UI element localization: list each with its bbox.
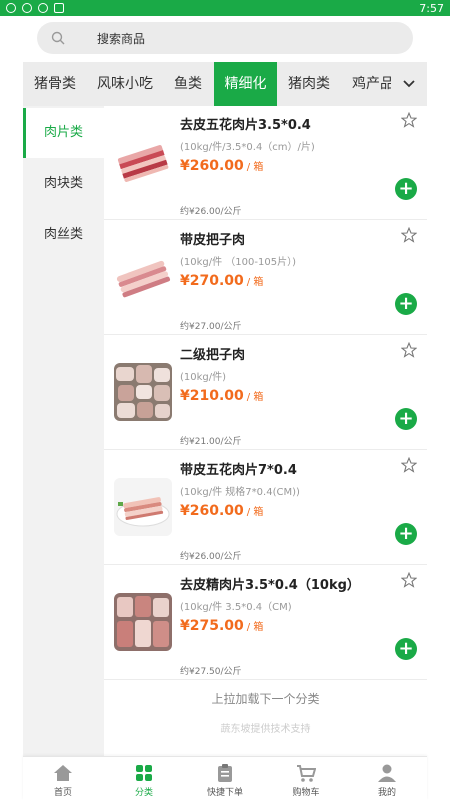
notification-icon bbox=[38, 3, 48, 13]
product-item[interactable]: 去皮五花肉片3.5*0.4 (10kg/件/3.5*0.4（cm）/片) ¥26… bbox=[104, 106, 427, 220]
bottom-navigation: 首页 分类 快捷下单 购物车 我的 bbox=[23, 756, 427, 800]
price-per-kg: 约¥26.00/公斤 bbox=[180, 552, 242, 562]
sub-category-sidebar: 肉片类 肉块类 肉丝类 bbox=[23, 106, 104, 756]
price-value: ¥260.00 bbox=[180, 158, 244, 174]
price-value: ¥260.00 bbox=[180, 503, 244, 519]
product-image[interactable] bbox=[114, 248, 172, 306]
nav-label: 快捷下单 bbox=[206, 788, 243, 798]
product-price: ¥260.00/ 箱 bbox=[180, 158, 263, 174]
sidebar-item-active[interactable]: 肉片类 bbox=[23, 108, 104, 158]
image-notification-icon bbox=[54, 3, 64, 13]
product-price: ¥275.00/ 箱 bbox=[180, 618, 263, 634]
product-name: 去皮精肉片3.5*0.4（10kg） bbox=[180, 578, 360, 593]
price-unit: / 箱 bbox=[246, 622, 264, 633]
add-to-cart-button[interactable]: + bbox=[395, 523, 417, 545]
add-to-cart-button[interactable]: + bbox=[395, 408, 417, 430]
price-unit: / 箱 bbox=[246, 162, 264, 173]
product-name: 去皮五花肉片3.5*0.4 bbox=[180, 118, 311, 133]
notification-icon bbox=[6, 3, 16, 13]
search-icon bbox=[51, 31, 65, 45]
tab-category[interactable]: 猪肉类 bbox=[277, 62, 341, 106]
product-name: 二级把子肉 bbox=[180, 348, 246, 363]
nav-quick-order[interactable]: 快捷下单 bbox=[185, 757, 265, 800]
nav-cart[interactable]: 购物车 bbox=[266, 757, 346, 800]
nav-label: 我的 bbox=[377, 788, 396, 798]
status-bar: 7:57 bbox=[0, 0, 450, 16]
star-icon[interactable] bbox=[401, 457, 417, 473]
tab-category[interactable]: 风味小吃 bbox=[87, 62, 163, 106]
nav-label: 首页 bbox=[53, 788, 72, 798]
category-icon bbox=[136, 765, 152, 781]
product-item[interactable]: 二级把子肉 (10kg/件) ¥210.00/ 箱 约¥21.00/公斤 + bbox=[104, 336, 427, 450]
price-unit: / 箱 bbox=[246, 277, 264, 288]
sidebar-item[interactable]: 肉块类 bbox=[23, 159, 104, 209]
price-unit: / 箱 bbox=[246, 392, 264, 403]
nav-mine[interactable]: 我的 bbox=[347, 757, 427, 800]
add-to-cart-button[interactable]: + bbox=[395, 638, 417, 660]
user-icon bbox=[378, 764, 396, 782]
product-image[interactable] bbox=[114, 593, 172, 651]
load-more-hint: 上拉加载下一个分类 bbox=[211, 692, 320, 706]
product-image[interactable] bbox=[114, 363, 172, 421]
top-category-tabs: 猪骨类 风味小吃 鱼类 精细化 猪肉类 鸡产品 bbox=[23, 62, 427, 106]
tab-category[interactable]: 鱼类 bbox=[163, 62, 213, 106]
product-spec: (10kg/件) bbox=[180, 372, 227, 383]
notification-icon bbox=[22, 3, 32, 13]
nav-label: 购物车 bbox=[292, 788, 320, 798]
nav-label: 分类 bbox=[134, 788, 153, 798]
price-value: ¥270.00 bbox=[180, 273, 244, 289]
product-item[interactable]: 去皮精肉片3.5*0.4（10kg） (10kg/件 3.5*0.4（CM) ¥… bbox=[104, 566, 427, 680]
clipboard-icon bbox=[218, 764, 232, 782]
product-item[interactable]: 带皮五花肉片7*0.4 (10kg/件 规格7*0.4(CM)) ¥260.00… bbox=[104, 451, 427, 565]
product-list: 去皮五花肉片3.5*0.4 (10kg/件/3.5*0.4（cm）/片) ¥26… bbox=[104, 106, 427, 756]
more-tabs-button[interactable] bbox=[391, 62, 427, 106]
tab-category[interactable]: 猪骨类 bbox=[23, 62, 87, 106]
tech-support-text: 蔬东坡提供技术支持 bbox=[220, 724, 311, 735]
product-item[interactable]: 带皮把子肉 (10kg/件 （100-105片）) ¥270.00/ 箱 约¥2… bbox=[104, 221, 427, 335]
product-name: 带皮五花肉片7*0.4 bbox=[180, 463, 297, 478]
product-spec: (10kg/件 3.5*0.4（CM) bbox=[180, 602, 292, 613]
product-spec: (10kg/件/3.5*0.4（cm）/片) bbox=[180, 142, 315, 153]
star-icon[interactable] bbox=[401, 112, 417, 128]
cart-icon bbox=[297, 765, 316, 782]
status-icons bbox=[6, 3, 64, 13]
tab-category-active[interactable]: 精细化 bbox=[214, 62, 277, 106]
product-price: ¥210.00/ 箱 bbox=[180, 388, 263, 404]
price-value: ¥210.00 bbox=[180, 388, 244, 404]
add-to-cart-button[interactable]: + bbox=[395, 293, 417, 315]
price-per-kg: 约¥27.50/公斤 bbox=[180, 667, 242, 677]
star-icon[interactable] bbox=[401, 572, 417, 588]
add-to-cart-button[interactable]: + bbox=[395, 178, 417, 200]
nav-category[interactable]: 分类 bbox=[104, 757, 184, 800]
product-name: 带皮把子肉 bbox=[180, 233, 246, 248]
price-per-kg: 约¥26.00/公斤 bbox=[180, 207, 242, 217]
chevron-down-icon bbox=[403, 80, 415, 88]
product-spec: (10kg/件 规格7*0.4(CM)) bbox=[180, 487, 300, 498]
product-spec: (10kg/件 （100-105片）) bbox=[180, 257, 296, 268]
star-icon[interactable] bbox=[401, 342, 417, 358]
product-price: ¥270.00/ 箱 bbox=[180, 273, 263, 289]
product-image[interactable] bbox=[114, 478, 172, 536]
status-time: 7:57 bbox=[419, 1, 444, 15]
star-icon[interactable] bbox=[401, 227, 417, 243]
product-image[interactable] bbox=[114, 133, 172, 191]
search-input[interactable]: 搜索商品 bbox=[97, 30, 145, 47]
product-price: ¥260.00/ 箱 bbox=[180, 503, 263, 519]
price-per-kg: 约¥27.00/公斤 bbox=[180, 322, 242, 332]
price-unit: / 箱 bbox=[246, 507, 264, 518]
nav-home[interactable]: 首页 bbox=[23, 757, 103, 800]
home-icon bbox=[54, 765, 72, 781]
sidebar-item[interactable]: 肉丝类 bbox=[23, 210, 104, 260]
price-value: ¥275.00 bbox=[180, 618, 244, 634]
price-per-kg: 约¥21.00/公斤 bbox=[180, 437, 242, 447]
search-bar[interactable]: 搜索商品 bbox=[37, 22, 413, 54]
